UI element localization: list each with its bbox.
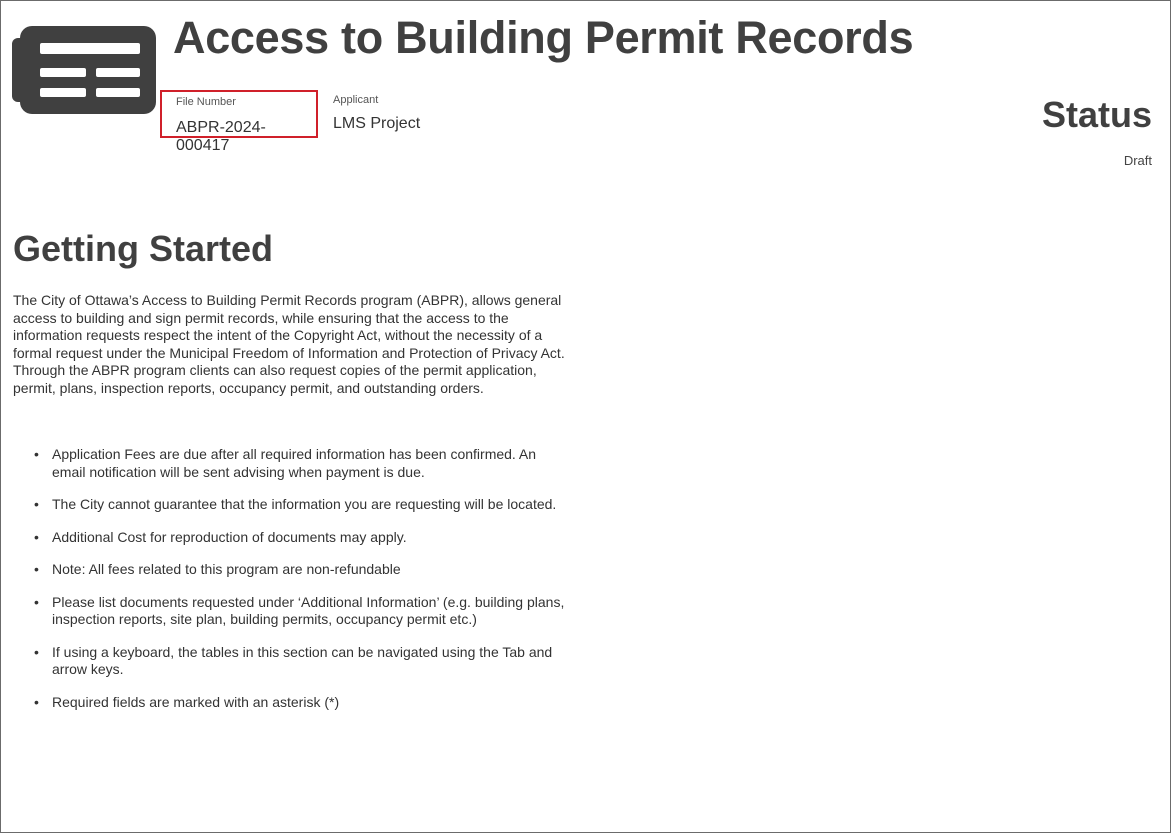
applicant-label: Applicant	[333, 94, 379, 106]
file-number-label: File Number	[176, 96, 236, 108]
intro-paragraph: The City of Ottawa’s Access to Building …	[13, 292, 565, 396]
file-number-field: File Number ABPR-2024-000417	[160, 90, 318, 154]
note-list-documents: Please list documents requested under ‘A…	[13, 594, 573, 629]
note-application-fees: Application Fees are due after all requi…	[13, 446, 573, 481]
note-keyboard-navigation: If using a keyboard, the tables in this …	[13, 644, 573, 679]
status-value: Draft	[1123, 153, 1152, 168]
note-additional-cost: Additional Cost for reproduction of docu…	[13, 529, 573, 547]
status-heading: Status	[1041, 94, 1152, 135]
note-required-fields: Required fields are marked with an aster…	[13, 694, 573, 712]
note-no-guarantee: The City cannot guarantee that the infor…	[13, 496, 573, 514]
document-list-icon	[12, 26, 156, 114]
applicant-field: Applicant LMS Project	[333, 94, 420, 133]
page-title: Access to Building Permit Records	[173, 12, 914, 63]
getting-started-heading: Getting Started	[13, 228, 274, 269]
note-non-refundable: Note: All fees related to this program a…	[13, 561, 573, 579]
applicant-value: LMS Project	[333, 115, 421, 132]
file-number-value: ABPR-2024-000417	[176, 119, 266, 154]
notes-list: Application Fees are due after all requi…	[13, 446, 573, 711]
